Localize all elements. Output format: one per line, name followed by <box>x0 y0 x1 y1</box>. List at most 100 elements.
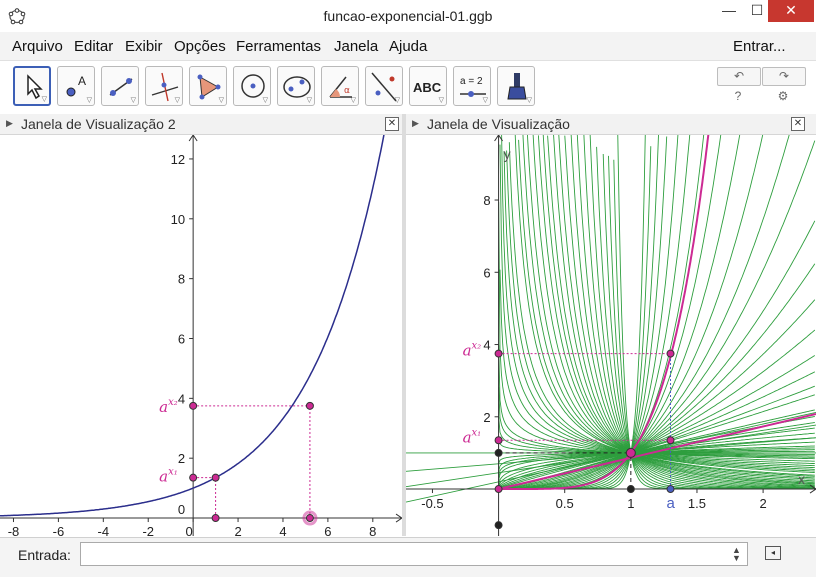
menu-arquivo[interactable]: Arquivo <box>12 38 63 55</box>
slider-tool-button[interactable]: a = 2 ▽ <box>453 66 491 106</box>
label-a-x2: ax₂ <box>463 341 482 360</box>
point-y-neg[interactable] <box>494 521 503 530</box>
point-y-a-x1[interactable] <box>189 473 198 482</box>
y-axis-label: y <box>504 146 511 162</box>
point-a-x1[interactable] <box>211 473 220 482</box>
x-tick-label: -4 <box>98 524 110 536</box>
menu-editar[interactable]: Editar <box>74 38 113 55</box>
menu-ajuda[interactable]: Ajuda <box>389 38 427 55</box>
x-tick-label: 2 <box>234 524 241 536</box>
menu-opcoes[interactable]: Opções <box>174 38 226 55</box>
x-tick-label: -0.5 <box>421 496 443 511</box>
svg-text:A: A <box>78 74 86 88</box>
x-axis-label: x <box>798 471 805 487</box>
y-tick-label: 8 <box>483 193 490 208</box>
polygon-tool-button[interactable]: ▽ <box>189 66 227 106</box>
point-y-a-x2[interactable] <box>494 349 503 358</box>
input-label: Entrada: <box>18 547 71 563</box>
menu-janela[interactable]: Janela <box>334 38 378 55</box>
angle-tool-button[interactable]: α ▽ <box>321 66 359 106</box>
history-arrows-icon[interactable]: ▲ ▼ <box>732 546 741 563</box>
svg-text:a = 2: a = 2 <box>460 76 483 87</box>
family-curve <box>498 135 646 490</box>
point-x1[interactable] <box>211 514 220 523</box>
perpendicular-tool-button[interactable]: ▽ <box>145 66 183 106</box>
keyboard-toggle-icon[interactable]: ◂ <box>765 546 781 560</box>
point-y-a-x1[interactable] <box>494 436 503 445</box>
right-panel-title: Janela de Visualização <box>427 116 570 132</box>
point-one-one[interactable] <box>625 447 636 458</box>
family-curve <box>522 135 815 479</box>
x-tick-label: 4 <box>279 524 286 536</box>
reflect-tool-button[interactable]: ▽ <box>365 66 403 106</box>
label-x2: x2 <box>304 531 318 536</box>
point-x2[interactable] <box>305 514 314 523</box>
undo-button[interactable]: ↶ <box>717 67 761 86</box>
y-tick-label: 4 <box>178 391 185 406</box>
y-tick-label: 2 <box>483 410 490 425</box>
y-tick-label: 6 <box>483 265 490 280</box>
move-tool-button[interactable]: ▽ <box>13 66 51 106</box>
point-a[interactable] <box>666 485 675 494</box>
x-tick-label: 0.5 <box>556 496 574 511</box>
x-tick-label: 0 <box>186 524 193 536</box>
line-tool-button[interactable]: ▽ <box>101 66 139 106</box>
point-a-x2[interactable] <box>666 349 675 358</box>
family-curve <box>570 135 815 489</box>
svg-text:α: α <box>344 86 350 96</box>
graphics-style-tool-button[interactable]: ▽ <box>497 66 535 106</box>
x-tick-label: -2 <box>142 524 154 536</box>
point-a-x2[interactable] <box>305 401 314 410</box>
y-tick-label: 6 <box>178 331 185 346</box>
close-panel-left-icon[interactable]: ✕ <box>385 117 399 131</box>
gear-icon[interactable]: ⚙ <box>773 89 793 103</box>
y-tick-label: 12 <box>171 152 185 167</box>
left-panel-title: Janela de Visualização 2 <box>21 116 176 132</box>
label-x1: x1 <box>208 531 222 536</box>
label-a-x1: ax₁ <box>159 467 178 486</box>
left-graphics-view[interactable]: -8 -6 -4 -2 0 2 4 6 8 0 2 4 6 8 10 12 ax₂ ax₁ x1 x2 <box>0 135 402 536</box>
x-tick-label: -8 <box>8 524 20 536</box>
redo-button[interactable]: ↷ <box>762 67 806 86</box>
x-tick-label: 6 <box>324 524 331 536</box>
input-field[interactable] <box>80 542 748 566</box>
circle-tool-button[interactable]: ▽ <box>233 66 271 106</box>
help-icon[interactable]: ? <box>728 89 748 103</box>
collapse-arrow-icon[interactable]: ▶ <box>6 118 13 129</box>
x-tick-label: 2 <box>759 496 766 511</box>
y-tick-label: 8 <box>178 272 185 287</box>
label-a: a <box>667 495 676 512</box>
y-tick-label: 2 <box>178 451 185 466</box>
collapse-arrow-icon[interactable]: ▶ <box>412 118 419 129</box>
menu-bar: Arquivo Editar Exibir Opções Ferramentas… <box>0 32 816 61</box>
text-tool-button[interactable]: ABC ▽ <box>409 66 447 106</box>
point-y-a-x2[interactable] <box>189 401 198 410</box>
y-tick-label: 10 <box>171 212 185 227</box>
y-tick-label: 4 <box>483 338 490 353</box>
point-x-one[interactable] <box>626 485 635 494</box>
menu-exibir[interactable]: Exibir <box>125 38 163 55</box>
point-y-one[interactable] <box>494 448 503 457</box>
window-title: funcao-exponencial-01.ggb <box>323 8 493 24</box>
x-tick-label: 1.5 <box>688 496 706 511</box>
right-panel-header[interactable]: ▶ Janela de Visualização ✕ <box>406 114 816 135</box>
toolbar: ▽ A ▽ ▽ ▽ ▽ ▽ ▽ α ▽ ▽ ABC ▽ a = 2 ▽ ▽ ↶ … <box>0 61 816 113</box>
input-bar: Entrada: ▲ ▼ ◂ <box>0 537 816 577</box>
x-tick-label: 8 <box>369 524 376 536</box>
point-a-x1[interactable] <box>666 436 675 445</box>
close-window-button[interactable]: ✕ <box>768 0 814 22</box>
close-panel-right-icon[interactable]: ✕ <box>791 117 805 131</box>
left-panel-header[interactable]: ▶ Janela de Visualização 2 ✕ <box>0 114 402 135</box>
label-a-x1: ax₁ <box>463 427 482 446</box>
svg-text:ABC: ABC <box>413 80 442 95</box>
family-curve <box>498 135 659 490</box>
point-origin[interactable] <box>494 485 503 494</box>
menu-entrar[interactable]: Entrar... <box>733 38 786 55</box>
title-bar: funcao-exponencial-01.ggb — ☐ ✕ <box>0 0 816 32</box>
right-graphics-view[interactable]: -0.5 0.5 1 1.5 2 2 4 6 8 x y a ax₂ ax₁ <box>406 135 816 536</box>
menu-ferramentas[interactable]: Ferramentas <box>236 38 321 55</box>
conic-tool-button[interactable]: ▽ <box>277 66 315 106</box>
x-tick-label: -6 <box>53 524 65 536</box>
point-tool-button[interactable]: A ▽ <box>57 66 95 106</box>
y-tick-label: 0 <box>178 502 185 517</box>
